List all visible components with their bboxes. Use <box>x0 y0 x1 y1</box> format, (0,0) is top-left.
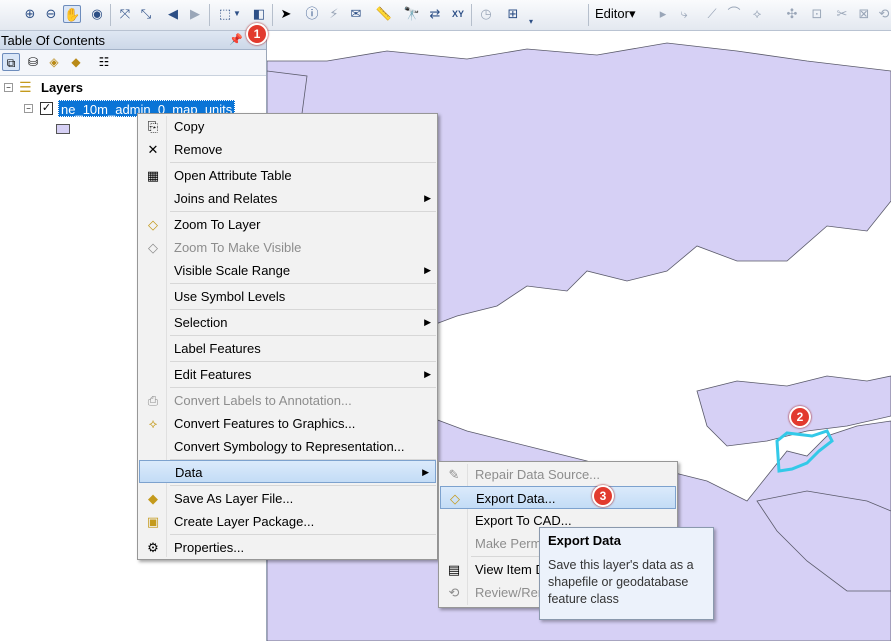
annotation-icon: ⎙ <box>147 393 159 408</box>
layer-file-icon: ◆ <box>148 491 158 506</box>
list-by-drawing-order-icon[interactable]: ⧉ <box>2 53 20 71</box>
menu-item-open-attribute-table[interactable]: ▦ Open Attribute Table <box>138 164 437 187</box>
menu-item-visible-scale-range[interactable]: Visible Scale Range ▶ <box>138 259 437 282</box>
select-elements-icon[interactable]: ➤ <box>277 5 295 23</box>
package-icon: ▣ <box>146 514 160 529</box>
menu-item-label-features[interactable]: Label Features <box>138 337 437 360</box>
html-popup-icon[interactable]: ✉ <box>347 5 365 23</box>
menu-item-create-layer-package[interactable]: ▣ Create Layer Package... <box>138 510 437 533</box>
edit-vertices-icon[interactable]: ✣ <box>783 5 801 23</box>
hyperlink-icon[interactable]: ⚡ <box>325 5 343 23</box>
menu-item-convert-labels[interactable]: ⎙ Convert Labels to Annotation... <box>138 389 437 412</box>
time-slider-icon[interactable]: ◷ <box>477 5 495 23</box>
tooltip-description: Save this layer's data as a shapefile or… <box>548 558 694 606</box>
menu-item-save-as-layer-file[interactable]: ◆ Save As Layer File... <box>138 487 437 510</box>
layers-root-label: Layers <box>41 80 83 95</box>
export-data-tooltip: Export Data Save this layer's data as a … <box>539 527 714 620</box>
measure-icon[interactable]: 📏 <box>375 5 393 23</box>
route-icon[interactable]: ⇄ <box>426 5 444 23</box>
reshape-icon[interactable]: ⊡ <box>808 5 826 23</box>
export-data-icon: ◇ <box>450 491 460 506</box>
menu-item-selection[interactable]: Selection ▶ <box>138 311 437 334</box>
menu-item-convert-features[interactable]: ⟡ Convert Features to Graphics... <box>138 412 437 435</box>
pan-icon[interactable]: ✋ <box>63 5 81 23</box>
repair-icon: ✎ <box>448 467 460 482</box>
submenu-arrow-icon: ▶ <box>422 467 429 477</box>
submenu-arrow-icon: ▶ <box>424 193 431 203</box>
zoom-in-icon[interactable]: ⊕ <box>21 5 39 23</box>
menu-item-joins-relates[interactable]: Joins and Relates ▶ <box>138 187 437 210</box>
menu-item-edit-features[interactable]: Edit Features ▶ <box>138 363 437 386</box>
document-icon: ▤ <box>447 562 461 577</box>
table-icon: ▦ <box>146 168 160 183</box>
submenu-arrow-icon: ▶ <box>424 317 431 327</box>
forward-extent-icon[interactable]: ▶ <box>186 5 204 23</box>
copy-icon: ⎘ <box>147 119 159 134</box>
toc-header: Table Of Contents 📌 <box>0 31 266 50</box>
menu-item-data[interactable]: Data ▶ <box>139 460 436 483</box>
layer-symbol-swatch[interactable] <box>56 124 70 134</box>
viewer-icon[interactable]: ⊞ <box>504 5 522 23</box>
end-point-arc-icon[interactable]: ⌒ <box>725 5 743 23</box>
pin-icon[interactable]: 📌 <box>229 33 243 46</box>
zoom-visible-icon: ◇ <box>148 240 158 255</box>
clear-selection-icon[interactable]: ◧ <box>250 5 268 23</box>
cut-polygons-icon[interactable]: ✂ <box>833 5 851 23</box>
fixed-zoom-out-icon[interactable]: ⤡ <box>137 5 155 23</box>
list-by-source-icon[interactable]: ⛁ <box>24 53 42 71</box>
layers-icon: ☰ <box>19 79 32 95</box>
submenu-arrow-icon: ▶ <box>424 369 431 379</box>
main-toolbar: ⊕ ⊖ ✋ ◉ ⤧ ⤡ ◀ ▶ ⬚ ▼ ◧ ➤ ⓘ ⚡ ✉ 📏 🔭 ⇄ XY ◷… <box>0 0 891 31</box>
back-extent-icon[interactable]: ◀ <box>164 5 182 23</box>
toc-title: Table Of Contents <box>1 33 106 48</box>
review-icon: ⟲ <box>448 585 460 600</box>
properties-icon: ⚙ <box>147 540 159 555</box>
menu-item-zoom-to-make-visible[interactable]: ◇ Zoom To Make Visible <box>138 236 437 259</box>
edit-tool-icon[interactable]: ▸ <box>654 5 672 23</box>
layer-context-menu: ⎘ Copy ✕ Remove ▦ Open Attribute Table Join… <box>137 113 438 560</box>
graphics-icon: ⟡ <box>148 416 158 431</box>
full-extent-icon[interactable]: ◉ <box>88 5 106 23</box>
menu-item-properties[interactable]: ⚙ Properties... <box>138 536 437 559</box>
tooltip-title: Export Data <box>548 533 621 548</box>
toolbar-options-icon[interactable]: ▾ <box>526 13 536 31</box>
editor-menu[interactable]: Editor▾ <box>595 6 636 22</box>
list-by-visibility-icon[interactable]: ◈ <box>45 53 63 71</box>
options-icon[interactable]: ☷ <box>95 53 113 71</box>
menu-item-remove[interactable]: ✕ Remove <box>138 138 437 161</box>
zoom-layer-icon: ◇ <box>148 217 158 232</box>
step-badge-1: 1 <box>246 23 268 45</box>
trace-icon[interactable]: ⟡ <box>748 5 766 23</box>
rotate-icon[interactable]: ⟲ <box>875 5 891 23</box>
remove-icon: ✕ <box>147 142 159 157</box>
step-badge-3: 3 <box>592 485 614 507</box>
menu-item-zoom-to-layer[interactable]: ◇ Zoom To Layer <box>138 213 437 236</box>
identify-icon[interactable]: ⓘ <box>303 5 321 23</box>
zoom-out-icon[interactable]: ⊖ <box>42 5 60 23</box>
dropdown-arrow-icon[interactable]: ▼ <box>232 5 242 23</box>
step-badge-2: 2 <box>789 406 811 428</box>
collapse-layers-icon[interactable]: − <box>4 83 13 92</box>
menu-item-repair-data-source[interactable]: ✎ Repair Data Source... <box>439 463 677 486</box>
menu-item-use-symbol-levels[interactable]: Use Symbol Levels <box>138 285 437 308</box>
go-to-xy-icon[interactable]: XY <box>449 5 467 23</box>
layer-visibility-checkbox[interactable]: ✓ <box>40 102 53 115</box>
list-by-selection-icon[interactable]: ◆ <box>67 53 85 71</box>
submenu-arrow-icon: ▶ <box>424 265 431 275</box>
split-icon[interactable]: ⊠ <box>855 5 873 23</box>
find-icon[interactable]: 🔭 <box>403 5 421 23</box>
menu-item-copy[interactable]: ⎘ Copy <box>138 115 437 138</box>
fixed-zoom-in-icon[interactable]: ⤧ <box>116 5 134 23</box>
menu-item-convert-symbology[interactable]: Convert Symbology to Representation... <box>138 435 437 458</box>
collapse-layer-icon[interactable]: − <box>24 104 33 113</box>
straight-segment-icon[interactable]: ⟋ <box>703 5 721 23</box>
menu-item-export-data[interactable]: ◇ Export Data... <box>440 486 676 509</box>
edit-annotation-icon[interactable]: ⤷ <box>675 5 693 23</box>
